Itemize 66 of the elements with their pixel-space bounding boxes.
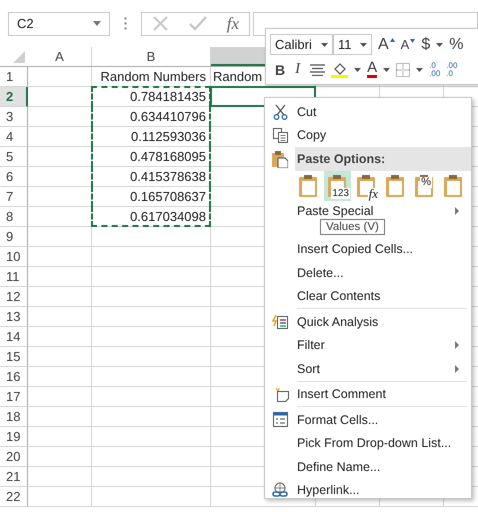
dropdown-arrow-icon[interactable] — [360, 42, 367, 46]
menu-item[interactable]: Insert Comment — [265, 382, 471, 406]
borders-icon[interactable] — [396, 62, 410, 76]
menu-item[interactable]: Sort — [265, 357, 471, 380]
paste-option-button[interactable]: % — [411, 170, 438, 200]
dropdown-arrow-icon[interactable] — [416, 68, 424, 72]
grip-icon — [124, 17, 127, 30]
check-icon[interactable] — [188, 16, 207, 31]
paste-option-button[interactable]: 123 — [324, 170, 351, 200]
bold-button[interactable]: B — [275, 62, 286, 78]
menu-item[interactable]: Pick From Drop-down List... — [265, 432, 471, 455]
font-dropdown[interactable]: Calibri — [270, 34, 333, 55]
scissors-icon — [272, 104, 288, 120]
table-cell-text: 0.478168095 — [129, 149, 207, 164]
table-cell-text: Random — [212, 69, 264, 84]
table-cell-text: 0.784181435 — [129, 89, 207, 104]
menu-item[interactable]: Filter — [265, 334, 471, 357]
table-cell-text: 0.617034098 — [129, 209, 207, 224]
table-cell-text: 0.165708637 — [129, 189, 207, 204]
decrease-decimal-button[interactable]: .00 .0 — [446, 62, 458, 78]
dropdown-arrow-icon[interactable] — [436, 42, 444, 46]
paste-option-button[interactable]: fx — [353, 170, 380, 200]
dropdown-arrow-icon[interactable] — [93, 21, 101, 26]
name-box[interactable]: C2 — [8, 12, 110, 36]
submenu-arrow-icon — [455, 206, 459, 214]
submenu-arrow-icon — [455, 341, 459, 350]
italic-button[interactable]: I — [295, 61, 300, 78]
clipboard-icon — [272, 150, 288, 168]
format-cells-icon — [272, 412, 288, 428]
menu-item[interactable]: Insert Copied Cells... — [265, 238, 471, 261]
row-header[interactable]: 2 — [0, 87, 28, 107]
menu-item[interactable]: Cut — [265, 100, 471, 124]
menu-item[interactable]: Format Cells... — [265, 408, 471, 432]
paste-options-header: Paste Options: — [295, 147, 471, 170]
grow-font-button[interactable]: A — [378, 36, 395, 54]
currency-button[interactable]: $ — [421, 36, 430, 54]
menu-item[interactable]: Copy — [265, 124, 471, 147]
menu-item[interactable]: Quick Analysis — [265, 310, 471, 334]
menu-item[interactable]: Define Name... — [265, 455, 471, 478]
down-triangle-icon — [410, 39, 416, 43]
shrink-font-button[interactable]: A — [400, 37, 416, 52]
column-header[interactable]: A — [28, 47, 92, 66]
copy-icon — [272, 128, 288, 143]
table-cell-text: 0.415378638 — [129, 169, 207, 184]
table-cell-text: Random Numbers — [100, 69, 207, 84]
font-color-button[interactable]: A — [367, 61, 378, 78]
quick-analysis-icon — [272, 314, 288, 330]
increase-decimal-button[interactable]: .0 .00 — [429, 62, 440, 78]
fill-color-icon[interactable] — [331, 61, 348, 78]
dropdown-arrow-icon[interactable] — [383, 68, 390, 72]
table-cell-text: 0.112593036 — [130, 129, 207, 144]
percent-button[interactable]: % — [449, 36, 464, 54]
font-size-dropdown[interactable]: 11 — [333, 34, 372, 55]
menu-item[interactable]: Hyperlink... — [265, 478, 471, 502]
up-triangle-icon — [390, 38, 395, 42]
tooltip: Values (V) — [320, 219, 385, 235]
menu-item[interactable]: Delete... — [265, 261, 471, 284]
hyperlink-icon — [272, 482, 288, 498]
align-center-icon[interactable] — [310, 64, 326, 76]
dropdown-arrow-icon[interactable] — [321, 42, 328, 46]
insert-function-button[interactable]: fx — [226, 14, 240, 34]
submenu-arrow-icon — [455, 364, 459, 373]
dropdown-arrow-icon[interactable] — [354, 68, 362, 72]
menu-item[interactable]: Clear Contents — [265, 284, 471, 308]
table-cell-text: 0.634410796 — [129, 109, 207, 124]
menu-item[interactable]: Paste Special — [265, 200, 471, 220]
